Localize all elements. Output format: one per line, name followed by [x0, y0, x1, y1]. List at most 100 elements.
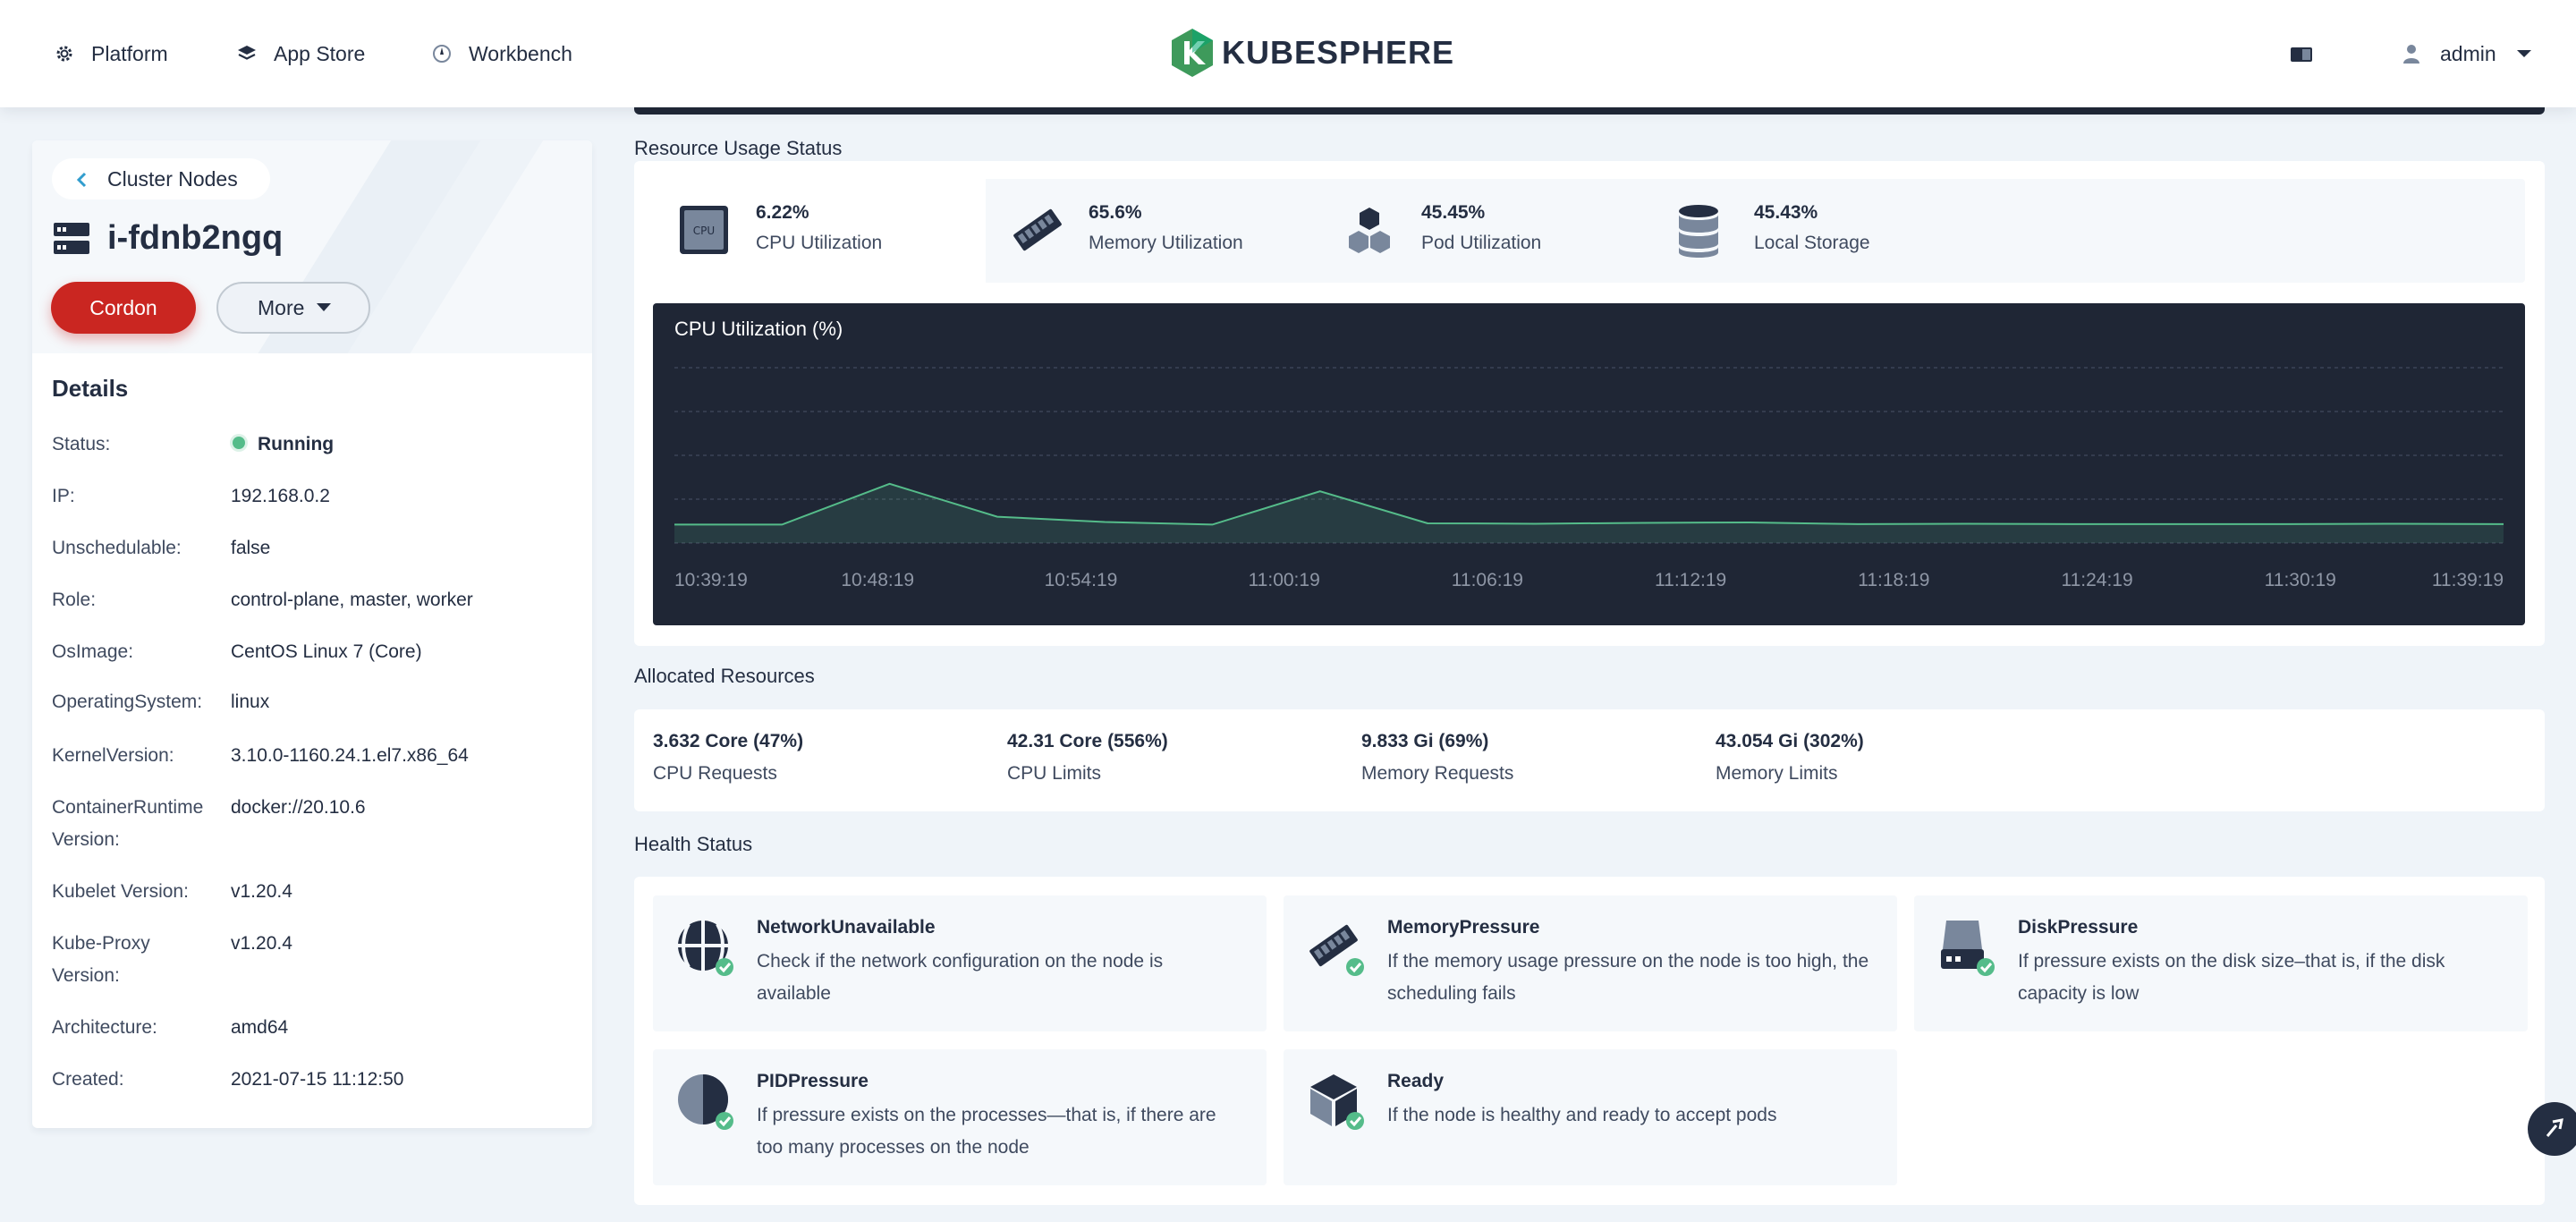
detail-key: Role:: [52, 590, 97, 610]
tab-cpu[interactable]: CPU 6.22% CPU Utilization: [653, 179, 986, 283]
toolbox-button[interactable]: [2528, 1102, 2576, 1156]
resource-usage-title: Resource Usage Status: [634, 137, 843, 159]
health-desc: If the node is healthy and ready to acce…: [1387, 1105, 1777, 1125]
nav-app-store[interactable]: App Store: [236, 0, 365, 107]
memory-value: 65.6%: [1089, 202, 1142, 223]
more-label: More: [258, 296, 305, 319]
health-desc: Check if the network configuration on th…: [757, 951, 1164, 1004]
cpu-icon: CPU: [680, 206, 728, 254]
health-disk-pressure: DiskPressure If pressure exists on the d…: [1914, 895, 2528, 1031]
cpu-utilization-chart: CPU Utilization (%) 10:39:19 10:48:19 10:5…: [653, 303, 2525, 625]
detail-key: IP:: [52, 486, 75, 506]
detail-row-role: Role: control-plane, master, worker: [52, 584, 589, 620]
detail-key: OsImage:: [52, 641, 134, 662]
allocated-resources-card: 3.632 Core (47%) CPU Requests 42.31 Core …: [634, 709, 2545, 811]
status-text: Running: [258, 434, 335, 454]
nav-platform[interactable]: Platform: [54, 0, 168, 107]
alloc-label: Memory Limits: [1716, 763, 1838, 784]
detail-value: docker://20.10.6: [231, 797, 366, 818]
health-desc: If the memory usage pressure on the node…: [1387, 951, 1869, 1004]
detail-value: false: [231, 538, 271, 558]
storage-value: 45.43%: [1754, 202, 1818, 223]
chart-x-tick-label: 11:00:19: [1249, 570, 1320, 590]
detail-key: Kube-Proxy Version:: [52, 933, 150, 986]
detail-value: CentOS Linux 7 (Core): [231, 641, 422, 662]
health-ready: Ready If the node is healthy and ready t…: [1284, 1049, 1897, 1185]
network-icon: [678, 921, 733, 976]
chart-x-tick-label: 11:30:19: [2265, 570, 2336, 590]
memory-icon: [1309, 924, 1364, 976]
server-icon: [54, 222, 89, 254]
pod-icon: [1349, 208, 1390, 253]
chart-plot: 10:39:19 10:48:19 10:54:19 11:00:19 11:06:19…: [674, 367, 2504, 590]
nav-platform-label: Platform: [91, 41, 168, 65]
detail-value: v1.20.4: [231, 933, 292, 954]
detail-row-unschedulable: Unschedulable: false: [52, 532, 589, 568]
back-label: Cluster Nodes: [107, 167, 238, 191]
detail-key: Kubelet Version:: [52, 881, 189, 902]
back-to-cluster-nodes[interactable]: Cluster Nodes: [52, 158, 270, 199]
alloc-label: CPU Requests: [653, 763, 777, 784]
resource-usage-tabs: CPU 6.22% CPU Utilization 65.6% Memory U…: [653, 179, 2525, 283]
cpu-value: 6.22%: [756, 202, 809, 223]
chart-x-tick-label: 11:24:19: [2061, 570, 2132, 590]
nav-workbench[interactable]: Workbench: [431, 0, 572, 107]
detail-row-kernel: KernelVersion: 3.10.0-1160.24.1.el7.x86_6…: [52, 740, 589, 776]
cpu-label: CPU Utilization: [756, 233, 883, 253]
chart-x-tick-label: 11:12:19: [1655, 570, 1726, 590]
detail-row-kubelet: Kubelet Version: v1.20.4: [52, 876, 589, 912]
hammer-icon: [2546, 1118, 2563, 1137]
tab-memory[interactable]: 65.6% Memory Utilization: [986, 179, 1318, 283]
more-button[interactable]: More: [216, 282, 370, 334]
health-title: MemoryPressure: [1387, 917, 1540, 938]
detail-row-kube-proxy: Kube-Proxy Version: v1.20.4: [52, 928, 589, 996]
box-icon: [1310, 1074, 1364, 1130]
alloc-value: 43.054 Gi (302%): [1716, 731, 1864, 751]
user-menu[interactable]: admin: [2402, 0, 2532, 107]
tab-local-storage[interactable]: 45.43% Local Storage: [1651, 179, 1984, 283]
caret-down-icon: [317, 303, 331, 311]
node-detail-panel: Cluster Nodes i-fdnb2ngq Cordon More Det…: [32, 140, 592, 1128]
status-dot: [233, 437, 245, 449]
detail-value: control-plane, master, worker: [231, 590, 473, 610]
disk-icon: [1941, 921, 1995, 976]
nav-workbench-label: Workbench: [469, 41, 572, 65]
node-title: i-fdnb2ngq: [54, 219, 283, 258]
detail-value: v1.20.4: [231, 881, 292, 902]
health-pid-pressure: PIDPressure If pressure exists on the pr…: [653, 1049, 1267, 1185]
health-title: DiskPressure: [2018, 917, 2139, 938]
detail-row-architecture: Architecture: amd64: [52, 1012, 589, 1048]
stack-icon: [238, 46, 256, 60]
database-icon: [1679, 205, 1718, 258]
chart-x-tick-label: 10:48:19: [841, 570, 914, 590]
detail-value: 2021-07-15 11:12:50: [231, 1069, 404, 1090]
user-icon: [2403, 45, 2419, 64]
kubesphere-logo[interactable]: KUBESPHERE: [1172, 29, 1454, 77]
dashboard-icon: [433, 45, 451, 63]
detail-row-ip: IP: 192.168.0.2: [52, 480, 589, 516]
detail-row-created: Created: 2021-07-15 11:12:50: [52, 1064, 589, 1099]
gear-icon: [56, 46, 72, 62]
svg-text:CPU: CPU: [693, 225, 715, 237]
detail-row-os: OperatingSystem: linux: [52, 686, 589, 722]
alloc-value: 3.632 Core (47%): [653, 731, 804, 751]
detail-key: Created:: [52, 1069, 124, 1090]
detail-value: linux: [231, 692, 270, 712]
detail-key: Status:: [52, 434, 111, 454]
docs-icon[interactable]: [2291, 47, 2312, 63]
storage-label: Local Storage: [1754, 233, 1870, 253]
detail-key: Unschedulable:: [52, 538, 182, 558]
detail-key: OperatingSystem:: [52, 692, 203, 712]
node-header: Cluster Nodes i-fdnb2ngq Cordon More: [32, 140, 592, 353]
username: admin: [2440, 41, 2496, 65]
health-title: Ready: [1387, 1071, 1445, 1091]
tab-pod[interactable]: 45.45% Pod Utilization: [1318, 179, 1651, 283]
detail-row-osimage: OsImage: CentOS Linux 7 (Core): [52, 636, 589, 672]
alloc-value: 42.31 Core (556%): [1007, 731, 1168, 751]
cordon-button[interactable]: Cordon: [51, 282, 196, 334]
kubesphere-logo-icon: [1172, 29, 1213, 77]
memory-icon: [1013, 208, 1062, 251]
top-navigation-bar: Platform App Store Workbench KUBESPHERE …: [0, 0, 2576, 107]
node-name: i-fdnb2ngq: [107, 219, 284, 257]
detail-value: Running: [233, 429, 590, 461]
